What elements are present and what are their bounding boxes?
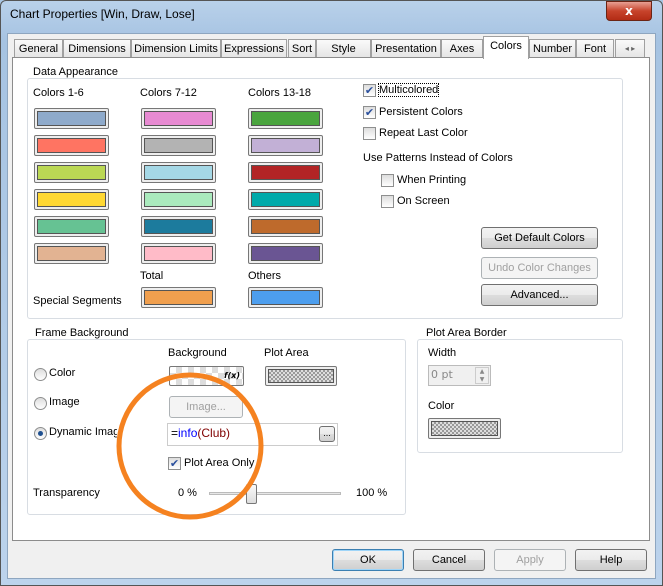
transparency-label: Transparency bbox=[33, 487, 100, 499]
group-label: Frame Background bbox=[33, 327, 131, 339]
apply-button: Apply bbox=[494, 549, 566, 571]
color-swatch[interactable] bbox=[141, 162, 216, 183]
multicolored-checkbox[interactable]: ✔ bbox=[363, 84, 376, 97]
tab-general[interactable]: General bbox=[14, 39, 63, 58]
color-swatch[interactable] bbox=[34, 162, 109, 183]
plot-area-label: Plot Area bbox=[264, 347, 309, 359]
fx-icon: f(x) bbox=[224, 371, 240, 380]
plot-area-only-label[interactable]: Plot Area Only bbox=[184, 457, 254, 469]
image-button: Image... bbox=[169, 396, 243, 418]
data-appearance-group bbox=[27, 78, 623, 319]
get-default-colors-button[interactable]: Get Default Colors bbox=[481, 227, 598, 249]
transparency-max-label: 100 % bbox=[356, 487, 388, 499]
expression-prefix: = bbox=[171, 426, 179, 440]
tab-style[interactable]: Style bbox=[316, 39, 371, 58]
colors-1-6-label: Colors 1-6 bbox=[33, 87, 84, 99]
tab-axes[interactable]: Axes bbox=[441, 39, 483, 58]
color-swatch[interactable] bbox=[248, 135, 323, 156]
total-color-swatch[interactable] bbox=[141, 287, 216, 308]
patterns-label: Use Patterns Instead of Colors bbox=[363, 152, 513, 164]
repeat-last-color-checkbox[interactable] bbox=[363, 127, 376, 140]
group-label: Data Appearance bbox=[31, 66, 121, 78]
dynamic-image-radio-label[interactable]: Dynamic Imag bbox=[49, 426, 117, 438]
tab-sort[interactable]: Sort bbox=[288, 39, 316, 58]
border-color-label: Color bbox=[428, 400, 455, 412]
dynamic-image-radio[interactable] bbox=[34, 427, 47, 440]
tab-colors[interactable]: Colors bbox=[483, 36, 529, 59]
expression-function: info bbox=[178, 426, 198, 440]
persistent-colors-label[interactable]: Persistent Colors bbox=[379, 106, 463, 118]
color-swatch[interactable] bbox=[141, 216, 216, 237]
color-radio-label[interactable]: Color bbox=[49, 367, 75, 379]
color-swatch[interactable] bbox=[141, 135, 216, 156]
color-swatch[interactable] bbox=[248, 189, 323, 210]
background-label: Background bbox=[168, 347, 227, 359]
width-label: Width bbox=[428, 347, 457, 359]
others-color-swatch[interactable] bbox=[248, 287, 323, 308]
multicolored-label[interactable]: Multicolored bbox=[377, 83, 440, 97]
color-radio[interactable] bbox=[34, 368, 47, 381]
plot-area-only-checkbox[interactable]: ✔ bbox=[168, 457, 181, 470]
image-radio[interactable] bbox=[34, 397, 47, 410]
color-swatch[interactable] bbox=[248, 162, 323, 183]
color-swatch[interactable] bbox=[248, 243, 323, 264]
others-label: Others bbox=[248, 270, 282, 282]
help-button[interactable]: Help bbox=[575, 549, 647, 571]
special-segments-label: Special Segments bbox=[33, 295, 122, 307]
plot-area-color-swatch[interactable] bbox=[265, 366, 337, 386]
color-swatch[interactable] bbox=[141, 243, 216, 264]
background-color-swatch[interactable]: f(x) bbox=[169, 366, 244, 386]
color-swatch[interactable] bbox=[141, 189, 216, 210]
on-screen-label[interactable]: On Screen bbox=[397, 195, 450, 207]
color-swatch[interactable] bbox=[34, 108, 109, 129]
color-swatch[interactable] bbox=[141, 108, 216, 129]
color-swatch[interactable] bbox=[34, 189, 109, 210]
spinner-icon: ▲ ▼ bbox=[475, 367, 489, 384]
color-swatch[interactable] bbox=[248, 108, 323, 129]
colors-7-12-label: Colors 7-12 bbox=[140, 87, 197, 99]
tab-font[interactable]: Font bbox=[576, 39, 614, 58]
window-title: Chart Properties [Win, Draw, Lose] bbox=[10, 7, 195, 21]
advanced-button[interactable]: Advanced... bbox=[481, 284, 598, 306]
color-swatch[interactable] bbox=[34, 243, 109, 264]
colors-13-18-label: Colors 13-18 bbox=[248, 87, 311, 99]
tab-dimension-limits[interactable]: Dimension Limits bbox=[131, 39, 221, 58]
total-label: Total bbox=[140, 270, 164, 282]
undo-color-changes-button: Undo Color Changes bbox=[481, 257, 598, 279]
repeat-last-color-label[interactable]: Repeat Last Color bbox=[379, 127, 468, 139]
on-screen-checkbox[interactable] bbox=[381, 195, 394, 208]
tab-presentation[interactable]: Presentation bbox=[371, 39, 441, 58]
expression-args: (Club) bbox=[197, 426, 231, 440]
close-button[interactable]: x bbox=[606, 1, 652, 21]
group-label: Plot Area Border bbox=[424, 327, 509, 339]
dynamic-image-expression-input[interactable]: =info(Club) bbox=[167, 423, 338, 446]
tab-expressions[interactable]: Expressions bbox=[221, 39, 287, 58]
color-swatch[interactable] bbox=[248, 216, 323, 237]
border-width-value: 0 pt bbox=[431, 368, 453, 381]
border-width-input: 0 pt ▲ ▼ bbox=[428, 365, 491, 386]
when-printing-checkbox[interactable] bbox=[381, 174, 394, 187]
border-color-swatch[interactable] bbox=[428, 418, 501, 439]
tab-scroll-arrows[interactable]: ◂ ▸ bbox=[615, 39, 645, 58]
color-swatch[interactable] bbox=[34, 135, 109, 156]
when-printing-label[interactable]: When Printing bbox=[397, 174, 466, 186]
tab-dimensions[interactable]: Dimensions bbox=[63, 39, 131, 58]
transparency-min-label: 0 % bbox=[178, 487, 197, 499]
image-radio-label[interactable]: Image bbox=[49, 396, 80, 408]
transparency-slider-track[interactable] bbox=[209, 492, 341, 495]
persistent-colors-checkbox[interactable]: ✔ bbox=[363, 106, 376, 119]
expression-browse-button[interactable]: ... bbox=[319, 426, 335, 442]
color-swatch[interactable] bbox=[34, 216, 109, 237]
transparency-slider-thumb[interactable] bbox=[246, 484, 258, 504]
cancel-button[interactable]: Cancel bbox=[413, 549, 485, 571]
ok-button[interactable]: OK bbox=[332, 549, 404, 571]
tab-number[interactable]: Number bbox=[529, 39, 576, 58]
